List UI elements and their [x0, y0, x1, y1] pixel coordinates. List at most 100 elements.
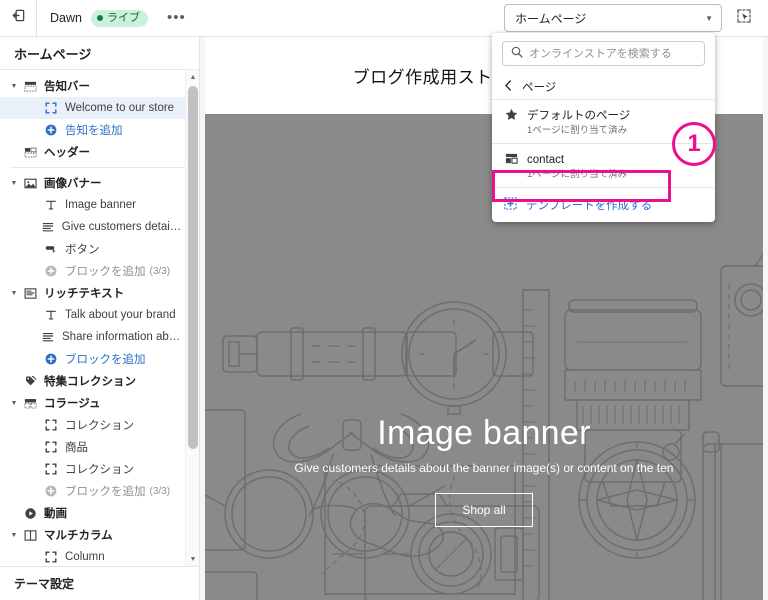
scroll-down-arrow-icon[interactable]: ▼	[186, 552, 199, 566]
multicolumn-icon	[21, 529, 39, 542]
sidebar-item-collage-collection-2[interactable]: ▼ コレクション	[0, 458, 199, 480]
sections-tree: ▼ 告知バー ▼ W	[0, 70, 199, 566]
exit-editor-button[interactable]	[0, 0, 37, 36]
sidebar-item-collage-product[interactable]: ▼ 商品	[0, 436, 199, 458]
rich-text-icon	[21, 287, 39, 300]
sidebar-item-label: ヘッダー	[44, 147, 90, 159]
sidebar-item-label: Column	[65, 551, 105, 563]
sidebar-item-label: Image banner	[65, 199, 136, 211]
block-icon	[42, 463, 60, 475]
plus-circle-icon	[42, 265, 60, 277]
sidebar-title: ホームページ	[0, 37, 199, 70]
theme-settings-button[interactable]: テーマ設定	[0, 566, 199, 600]
dropdown-search-wrapper	[492, 41, 715, 74]
sidebar-item-label: 商品	[65, 442, 88, 454]
theme-editor-app: Dawn ライブ ••• ホームページ ▼ ホームページ ▼ 告知バー Welc…	[0, 0, 768, 600]
theme-settings-label: テーマ設定	[14, 577, 75, 591]
sidebar-item-label: Give customers details about...	[61, 221, 183, 233]
sidebar-item-label: マルチカラム	[44, 530, 113, 542]
top-bar: Dawn ライブ ••• ホームページ ▼	[0, 0, 768, 37]
paragraph-icon	[39, 331, 57, 343]
plus-circle-icon	[42, 353, 60, 365]
block-icon	[42, 419, 60, 431]
sidebar-item-label: リッチテキスト	[44, 288, 125, 300]
sidebar-item-welcome-to-our-store[interactable]: ▼ Welcome to our store	[0, 97, 199, 119]
top-bar-left: Dawn ライブ •••	[37, 9, 192, 27]
sidebar-add-announcement[interactable]: ▼ 告知を追加	[0, 119, 199, 141]
create-template-button[interactable]: テンプレートを作成する	[492, 188, 715, 222]
sidebar-item-collage-collection-1[interactable]: ▼ コレクション	[0, 414, 199, 436]
top-bar-right: ホームページ ▼	[504, 3, 768, 33]
dropdown-item-subtitle: 1ページに割り当て済み	[527, 169, 628, 180]
sidebar-item-announcement-bar[interactable]: ▼ 告知バー	[0, 75, 199, 97]
annotation-step-badge: 1	[672, 122, 716, 166]
sidebar-item-label: ボタン	[65, 244, 100, 256]
status-dot-icon	[96, 15, 103, 21]
block-icon	[42, 102, 60, 114]
inspector-select-button[interactable]	[728, 3, 760, 33]
sidebar-item-collage[interactable]: ▼ コラージュ	[0, 392, 199, 414]
chevron-down-icon[interactable]: ▼	[7, 180, 21, 187]
theme-name-label: Dawn	[50, 11, 82, 25]
button-icon	[42, 243, 60, 255]
sidebar-item-share-information[interactable]: ▼ Share information about you...	[0, 326, 199, 348]
sidebar-item-talk-about-your-brand[interactable]: ▼ Talk about your brand	[0, 304, 199, 326]
page-selector[interactable]: ホームページ ▼	[504, 4, 722, 32]
search-input[interactable]	[529, 47, 696, 60]
sections-tree-wrapper: ▼ 告知バー ▼ W	[0, 70, 199, 566]
sidebar-item-image-banner[interactable]: ▼ 画像バナー	[0, 172, 199, 194]
dropdown-item-subtitle: 1ページに割り当て済み	[527, 125, 628, 136]
sidebar-item-column-1[interactable]: ▼ Column	[0, 546, 199, 566]
sidebar-item-featured-collection[interactable]: ▼ 特集コレクション	[0, 370, 199, 392]
sidebar-item-button[interactable]: ▼ ボタン	[0, 238, 199, 260]
sidebar-item-label: Talk about your brand	[65, 309, 176, 321]
sidebar-item-image-banner-heading[interactable]: ▼ Image banner	[0, 194, 199, 216]
block-icon	[42, 441, 60, 453]
add-template-icon	[504, 197, 517, 213]
sidebar-item-label: ブロックを追加	[65, 486, 146, 498]
sidebar-item-label: 特集コレクション	[44, 376, 136, 388]
sidebar-item-rich-text[interactable]: ▼ リッチテキスト	[0, 282, 199, 304]
sidebar-item-label: 動画	[44, 508, 67, 520]
chevron-down-icon[interactable]: ▼	[7, 83, 21, 90]
status-label: ライブ	[106, 11, 140, 24]
plus-circle-icon	[42, 124, 60, 136]
chevron-down-icon[interactable]: ▼	[7, 532, 21, 539]
chevron-left-icon	[504, 79, 513, 94]
paragraph-icon	[39, 221, 57, 233]
block-count: (3/3)	[149, 485, 171, 497]
sidebar-item-image-banner-text[interactable]: ▼ Give customers details about...	[0, 216, 199, 238]
dropdown-search-field[interactable]	[502, 41, 705, 66]
plus-circle-icon	[42, 485, 60, 497]
sidebar-item-multicolumn[interactable]: ▼ マルチカラム	[0, 524, 199, 546]
collage-icon	[21, 397, 39, 410]
sidebar-item-label: Share information about you...	[62, 331, 183, 343]
chevron-down-icon: ▼	[705, 13, 713, 23]
announcement-bar-icon	[21, 80, 39, 93]
sidebar-item-header[interactable]: ▼ ヘッダー	[0, 141, 199, 163]
featured-collection-icon	[21, 375, 39, 388]
sidebar-item-video[interactable]: ▼ 動画	[0, 502, 199, 524]
dropdown-item-text: contact 1ページに割り当て済み	[527, 150, 627, 181]
video-icon	[21, 507, 39, 520]
scroll-up-arrow-icon[interactable]: ▲	[186, 70, 199, 84]
dropdown-item-title: デフォルトのページ	[527, 110, 631, 122]
dropdown-back-to-pages[interactable]: ページ	[492, 74, 715, 100]
sidebar-add-block-rich-text[interactable]: ▼ ブロックを追加	[0, 348, 199, 370]
page-selector-value: ホームページ	[515, 11, 587, 26]
more-actions-button[interactable]: •••	[161, 10, 192, 25]
exit-icon	[11, 8, 26, 28]
dropdown-item-title: contact	[527, 154, 565, 166]
scrollbar-thumb[interactable]	[188, 86, 198, 449]
sidebar-item-label: 告知バー	[44, 81, 90, 93]
sections-sidebar: ホームページ ▼ 告知バー ▼	[0, 37, 200, 600]
sidebar-scrollbar[interactable]: ▲ ▼	[185, 70, 199, 566]
chevron-down-icon[interactable]: ▼	[7, 400, 21, 407]
banner-text-group: Image banner Give customers details abou…	[205, 414, 763, 527]
dropdown-item-text: デフォルトのページ 1ページに割り当て済み	[527, 106, 630, 137]
star-icon	[504, 108, 518, 121]
shop-all-button[interactable]: Shop all	[435, 493, 533, 527]
sidebar-item-label: コレクション	[65, 420, 134, 432]
chevron-down-icon[interactable]: ▼	[7, 290, 21, 297]
layout-icon	[504, 152, 518, 165]
